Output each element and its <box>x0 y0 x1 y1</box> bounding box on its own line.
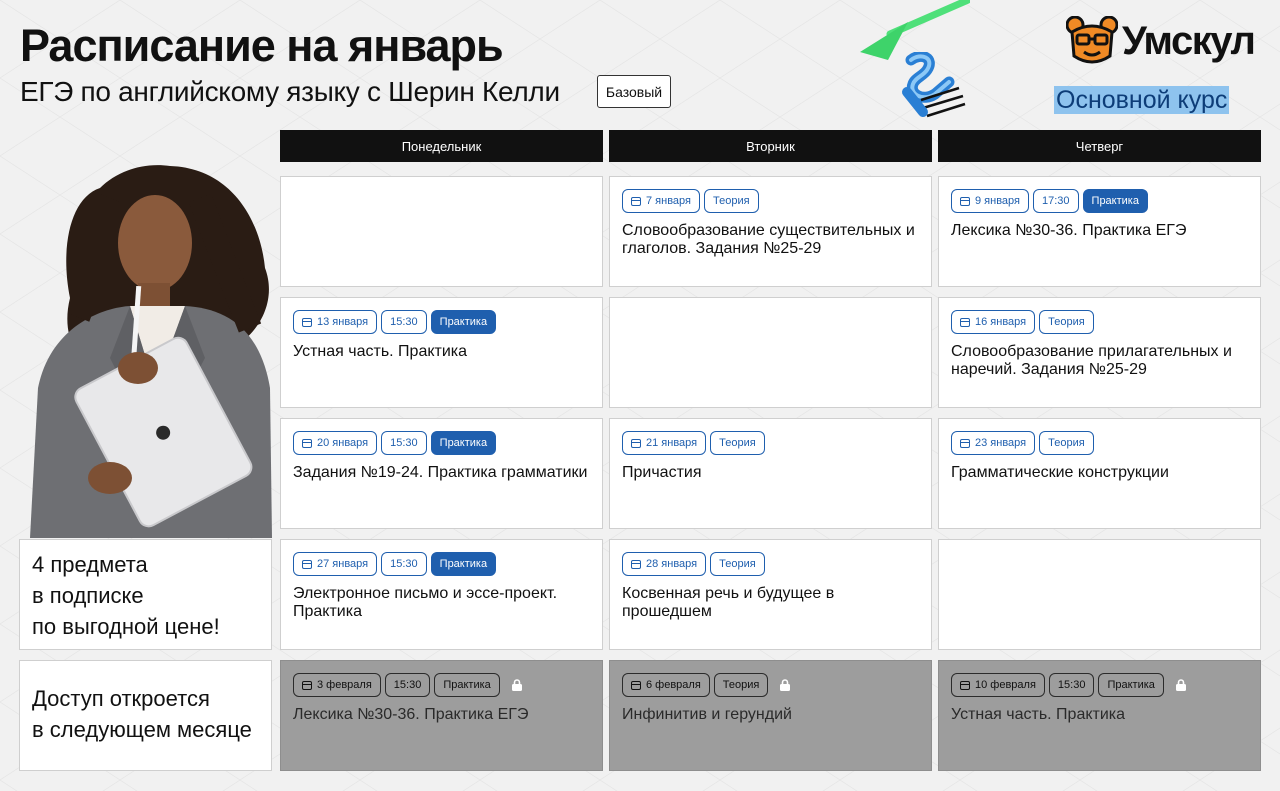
lesson-title: Косвенная речь и будущее в прошедшем <box>622 585 835 620</box>
time-tag: 15:30 <box>1048 673 1095 697</box>
calendar-icon <box>960 680 970 690</box>
lesson-cell[interactable]: 21 января Теория Причастия <box>609 418 932 529</box>
type-tag: Теория <box>1039 310 1094 334</box>
type-tag: Теория <box>1039 431 1094 455</box>
calendar-icon <box>302 317 312 327</box>
type-tag: Теория <box>710 431 765 455</box>
lesson-title: Устная часть. Практика <box>951 706 1126 723</box>
date-tag: 3 февраля <box>293 673 381 697</box>
date-tag: 27 января <box>293 552 378 576</box>
subscription-promo[interactable]: 4 предмета в подписке по выгодной цене! <box>19 539 272 650</box>
type-tag: Практика <box>430 552 497 576</box>
teacher-photo <box>30 165 272 538</box>
date-tag: 28 января <box>622 552 707 576</box>
date-tag: 9 января <box>951 189 1029 213</box>
lesson-cell-empty <box>938 539 1261 650</box>
type-tag: Теория <box>710 552 765 576</box>
lesson-cell[interactable]: 7 января Теория Словообразование существ… <box>609 176 932 287</box>
calendar-icon <box>302 438 312 448</box>
type-tag: Практика <box>1082 189 1148 213</box>
lesson-title: Инфинитив и герундий <box>622 706 792 723</box>
type-tag: Практика <box>430 310 497 334</box>
calendar-icon <box>960 317 970 327</box>
lock-icon <box>1175 679 1186 691</box>
lesson-cell[interactable]: 16 января Теория Словообразование прилаг… <box>938 297 1261 408</box>
calendar-icon <box>960 438 970 448</box>
lesson-title: Задания №19-24. Практика грамматики <box>293 464 588 481</box>
page-title: Расписание на январь <box>20 20 504 71</box>
time-tag: 15:30 <box>381 552 427 576</box>
lesson-cell[interactable]: 27 января 15:30 Практика Электронное пис… <box>280 539 603 650</box>
locked-lesson-cell[interactable]: 10 февраля 15:30 Практика Устная часть. … <box>938 660 1261 771</box>
calendar-icon <box>631 438 641 448</box>
time-tag: 15:30 <box>384 673 431 697</box>
date-tag: 16 января <box>951 310 1036 334</box>
lesson-cell[interactable]: 23 января Теория Грамматические конструк… <box>938 418 1261 529</box>
date-tag: 10 февраля <box>951 673 1045 697</box>
lesson-title: Словообразование существительных и глаго… <box>622 222 915 257</box>
lesson-title: Электронное письмо и эссе-проект. Практи… <box>293 585 558 620</box>
lesson-title: Устная часть. Практика <box>293 343 468 360</box>
locked-lesson-cell[interactable]: 6 февраля Теория Инфинитив и герундий <box>609 660 932 771</box>
type-tag: Теория <box>713 673 769 697</box>
lesson-cell[interactable]: 28 января Теория Косвенная речь и будуще… <box>609 539 932 650</box>
type-tag: Практика <box>1098 673 1164 697</box>
lesson-cell-empty <box>609 297 932 408</box>
calendar-icon <box>302 559 312 569</box>
calendar-icon <box>631 680 641 690</box>
date-tag: 21 января <box>622 431 707 455</box>
lesson-title: Лексика №30-36. Практика ЕГЭ <box>293 706 529 723</box>
time-tag: 15:30 <box>381 310 427 334</box>
lesson-cell[interactable]: 9 января 17:30 Практика Лексика №30-36. … <box>938 176 1261 287</box>
type-tag: Теория <box>704 189 759 213</box>
ampersand-3d-icon <box>902 52 966 118</box>
time-tag: 17:30 <box>1033 189 1079 213</box>
lesson-cell-empty <box>280 176 603 287</box>
time-tag: 15:30 <box>381 431 427 455</box>
day-header-thursday: Четверг <box>938 130 1261 162</box>
lesson-title: Словообразование прилагательных и наречи… <box>951 343 1232 378</box>
course-label: Основной курс <box>1054 86 1230 114</box>
lesson-title: Лексика №30-36. Практика ЕГЭ <box>951 222 1187 239</box>
date-tag: 6 февраля <box>622 673 710 697</box>
locked-lesson-cell[interactable]: 3 февраля 15:30 Практика Лексика №30-36.… <box>280 660 603 771</box>
calendar-icon <box>302 680 312 690</box>
calendar-icon <box>631 196 641 206</box>
locked-note: Доступ откроется в следующем месяце <box>19 660 272 771</box>
lesson-title: Причастия <box>622 464 702 481</box>
logo-text: Умскул <box>1122 18 1256 63</box>
day-header-tuesday: Вторник <box>609 130 932 162</box>
type-tag: Практика <box>434 673 500 697</box>
lesson-title: Грамматические конструкции <box>951 464 1169 481</box>
calendar-icon <box>631 559 641 569</box>
lesson-cell[interactable]: 13 января 15:30 Практика Устная часть. П… <box>280 297 603 408</box>
date-tag: 7 января <box>622 189 700 213</box>
level-badge[interactable]: Базовый <box>597 75 671 108</box>
date-tag: 23 января <box>951 431 1036 455</box>
type-tag: Практика <box>430 431 497 455</box>
lock-icon <box>780 679 791 691</box>
date-tag: 20 января <box>293 431 378 455</box>
calendar-icon <box>960 196 970 206</box>
brand-logo[interactable]: Умскул <box>1066 16 1256 66</box>
page-subtitle: ЕГЭ по английскому языку с Шерин Келли <box>20 76 560 107</box>
date-tag: 13 января <box>293 310 378 334</box>
lock-icon <box>511 679 522 691</box>
lesson-cell[interactable]: 20 января 15:30 Практика Задания №19-24.… <box>280 418 603 529</box>
day-header-monday: Понедельник <box>280 130 603 162</box>
bear-logo-icon <box>1066 16 1118 64</box>
